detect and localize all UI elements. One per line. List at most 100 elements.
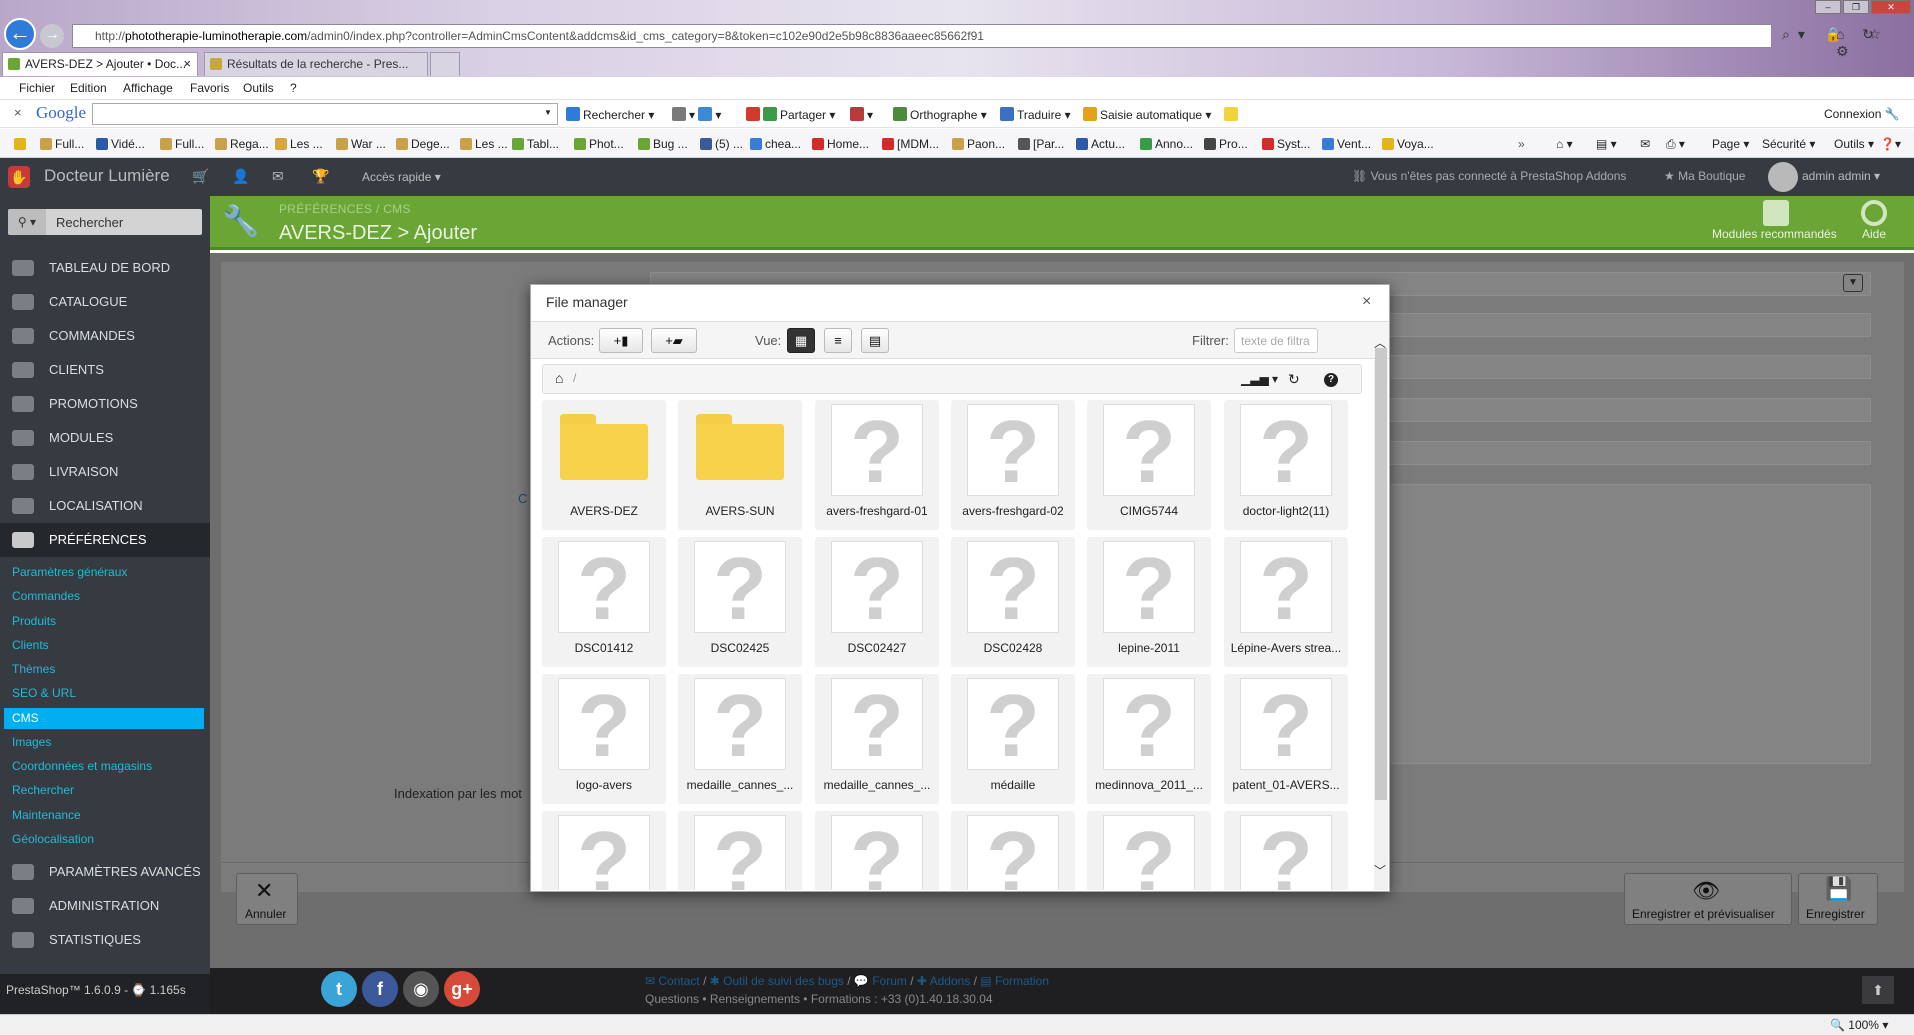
sidebar-item-localization[interactable]: LOCALISATION	[0, 489, 210, 523]
autofill-button[interactable]: Saisie automatique ▾	[1083, 107, 1211, 122]
sidebar-item-advanced-parameters[interactable]: PARAMÈTRES AVANCÉS	[0, 855, 210, 889]
bookmark[interactable]: Syst...	[1262, 137, 1310, 151]
grid-view-button[interactable]: ▦	[787, 328, 815, 353]
bookmark[interactable]: (5) ...	[700, 137, 743, 151]
bookmark[interactable]: Actu...	[1076, 137, 1125, 151]
bookmark[interactable]: [MDM...	[882, 137, 939, 151]
back-button[interactable]: ←	[4, 18, 36, 50]
address-bar[interactable]: http://phototherapie-luminotherapie.com/…	[72, 24, 1772, 48]
cart-icon[interactable]: 🛒	[192, 168, 209, 185]
sidebar-item-modules[interactable]: MODULES	[0, 421, 210, 455]
file-item[interactable]: ?	[951, 811, 1075, 890]
file-item[interactable]: ?	[1087, 811, 1211, 890]
bookmark[interactable]: Anno...	[1140, 137, 1193, 151]
bookmark[interactable]: Full...	[160, 137, 204, 151]
breadcrumb[interactable]: PRÉFÉRENCES / CMS	[279, 202, 411, 216]
footer-link-forum[interactable]: Forum	[872, 974, 907, 988]
github-icon[interactable]: ◉	[403, 971, 439, 1007]
file-item[interactable]: ? CIMG5744	[1087, 400, 1211, 530]
puzzle-icon[interactable]	[1763, 200, 1789, 226]
tools-menu[interactable]: Outils ▾	[1834, 137, 1874, 151]
recommended-modules-button[interactable]: Modules recommandés	[1712, 227, 1837, 241]
footer-link-contact[interactable]: Contact	[658, 974, 699, 988]
sidebar-subitem-cms[interactable]: CMS	[12, 711, 39, 725]
sidebar-item-statistics[interactable]: STATISTIQUES	[0, 923, 210, 957]
block-popup-button[interactable]: ▾	[850, 107, 873, 122]
file-item[interactable]: ? patent_01-AVERS...	[1224, 674, 1348, 804]
file-item[interactable]: ?	[542, 811, 666, 890]
sidebar-subitem-customers[interactable]: Clients	[12, 638, 49, 652]
sidebar-subitem-geolocation[interactable]: Géolocalisation	[12, 832, 94, 846]
file-item[interactable]: ? avers-freshgard-01	[815, 400, 939, 530]
lifebuoy-icon[interactable]	[1861, 200, 1887, 226]
sidebar-subitem-orders[interactable]: Commandes	[12, 589, 80, 603]
sidebar-subitem-maintenance[interactable]: Maintenance	[12, 808, 81, 822]
file-item[interactable]: ?	[678, 811, 802, 890]
facebook-icon[interactable]: f	[362, 971, 398, 1007]
file-item[interactable]: ? doctor-light2(11)	[1224, 400, 1348, 530]
sort-icon[interactable]: ▁▃▅ ▾	[1241, 372, 1278, 386]
file-item[interactable]: ? DSC01412	[542, 537, 666, 667]
file-item[interactable]: ? avers-freshgard-02	[951, 400, 1075, 530]
file-item[interactable]: ? DSC02425	[678, 537, 802, 667]
browser-home-fav-tools-icons[interactable]: ⌂ ☆ ⚙	[1836, 26, 1914, 60]
bookmark[interactable]: Paon...	[952, 137, 1005, 151]
bookmark[interactable]: Phot...	[574, 137, 624, 151]
highlighter-button[interactable]	[1224, 107, 1241, 122]
sidebar-subitem-seo[interactable]: SEO & URL	[12, 686, 76, 700]
sidebar-subitem-products[interactable]: Produits	[12, 614, 56, 628]
bookmark[interactable]: Vent...	[1322, 137, 1371, 151]
google-plus-icon[interactable]: g+	[444, 971, 480, 1007]
refresh-icon[interactable]: ↻	[1288, 371, 1300, 388]
addons-connect-link[interactable]: ⛓ Vous n'êtes pas connecté à PrestaShop …	[1352, 169, 1626, 183]
sidebar-item-dashboard[interactable]: TABLEAU DE BORD	[0, 251, 210, 285]
connexion-button[interactable]: Connexion 🔧	[1824, 107, 1900, 121]
chevron-down-icon[interactable]: ﹀	[1374, 862, 1386, 879]
bookmark[interactable]: Bug ...	[638, 137, 688, 151]
menu-affichage[interactable]: Affichage	[123, 81, 173, 95]
sidebar-item-orders[interactable]: COMMANDES	[0, 319, 210, 353]
menu-fichier[interactable]: Fichier	[19, 81, 55, 95]
sidebar-subitem-general[interactable]: Paramètres généraux	[12, 565, 127, 579]
chevron-down-icon[interactable]: ▼	[1843, 274, 1863, 292]
bookmark[interactable]: Les ...	[275, 137, 323, 151]
sidebar-item-customers[interactable]: CLIENTS	[0, 353, 210, 387]
twitter-icon[interactable]: t	[321, 971, 357, 1007]
file-item[interactable]: ? médaille	[951, 674, 1075, 804]
footer-link-training[interactable]: Formation	[995, 974, 1049, 988]
file-item[interactable]: ? medaille_cannes_...	[815, 674, 939, 804]
list-view-button[interactable]: ≡	[824, 328, 852, 353]
home-icon[interactable]: ⌂	[555, 370, 563, 386]
file-item[interactable]: ? DSC02427	[815, 537, 939, 667]
sidebar-subitem-images[interactable]: Images	[12, 735, 51, 749]
file-item[interactable]: ? Lépine-Avers strea...	[1224, 537, 1348, 667]
sidebar-subitem-themes[interactable]: Thèmes	[12, 662, 55, 676]
sidebar-item-administration[interactable]: ADMINISTRATION	[0, 889, 210, 923]
file-item[interactable]: ? DSC02428	[951, 537, 1075, 667]
sidebar-subitem-stores[interactable]: Coordonnées et magasins	[12, 759, 152, 773]
favorites-star-icon[interactable]	[14, 137, 29, 151]
menu-outils[interactable]: Outils	[243, 81, 274, 95]
google-search-button[interactable]: Rechercher ▾	[566, 107, 654, 122]
forward-button[interactable]: →	[40, 24, 64, 48]
file-item[interactable]: ? medinnova_2011_...	[1087, 674, 1211, 804]
menu-edition[interactable]: Edition	[70, 81, 107, 95]
scrollbar-thumb[interactable]	[1375, 348, 1387, 800]
footer-link-addons[interactable]: Addons	[930, 974, 971, 988]
search-icon[interactable]: ⚲ ▾	[8, 209, 46, 235]
my-shop-link[interactable]: ★ Ma Boutique	[1664, 169, 1745, 183]
print-icon[interactable]: ⎙ ▾	[1666, 137, 1685, 152]
mail-icon[interactable]: ✉	[1640, 137, 1650, 151]
back-to-top-button[interactable]: ⬆	[1862, 976, 1894, 1004]
sidebar-search-input[interactable]: Rechercher	[56, 215, 123, 230]
help-icon[interactable]: ?	[1324, 373, 1338, 387]
bookmark[interactable]: Vidé...	[96, 137, 145, 151]
home-icon[interactable]: ⌂ ▾	[1556, 137, 1573, 151]
trophy-icon[interactable]: 🏆	[312, 168, 329, 185]
new-tab-button[interactable]	[430, 52, 460, 76]
file-item[interactable]: ? lepine-2011	[1087, 537, 1211, 667]
file-item[interactable]: ? medaille_cannes_...	[678, 674, 802, 804]
toolbar-close-icon[interactable]: ×	[14, 105, 22, 120]
file-item[interactable]: ? logo-avers	[542, 674, 666, 804]
footer-link-bugtracker[interactable]: Outil de suivi des bugs	[723, 974, 844, 988]
